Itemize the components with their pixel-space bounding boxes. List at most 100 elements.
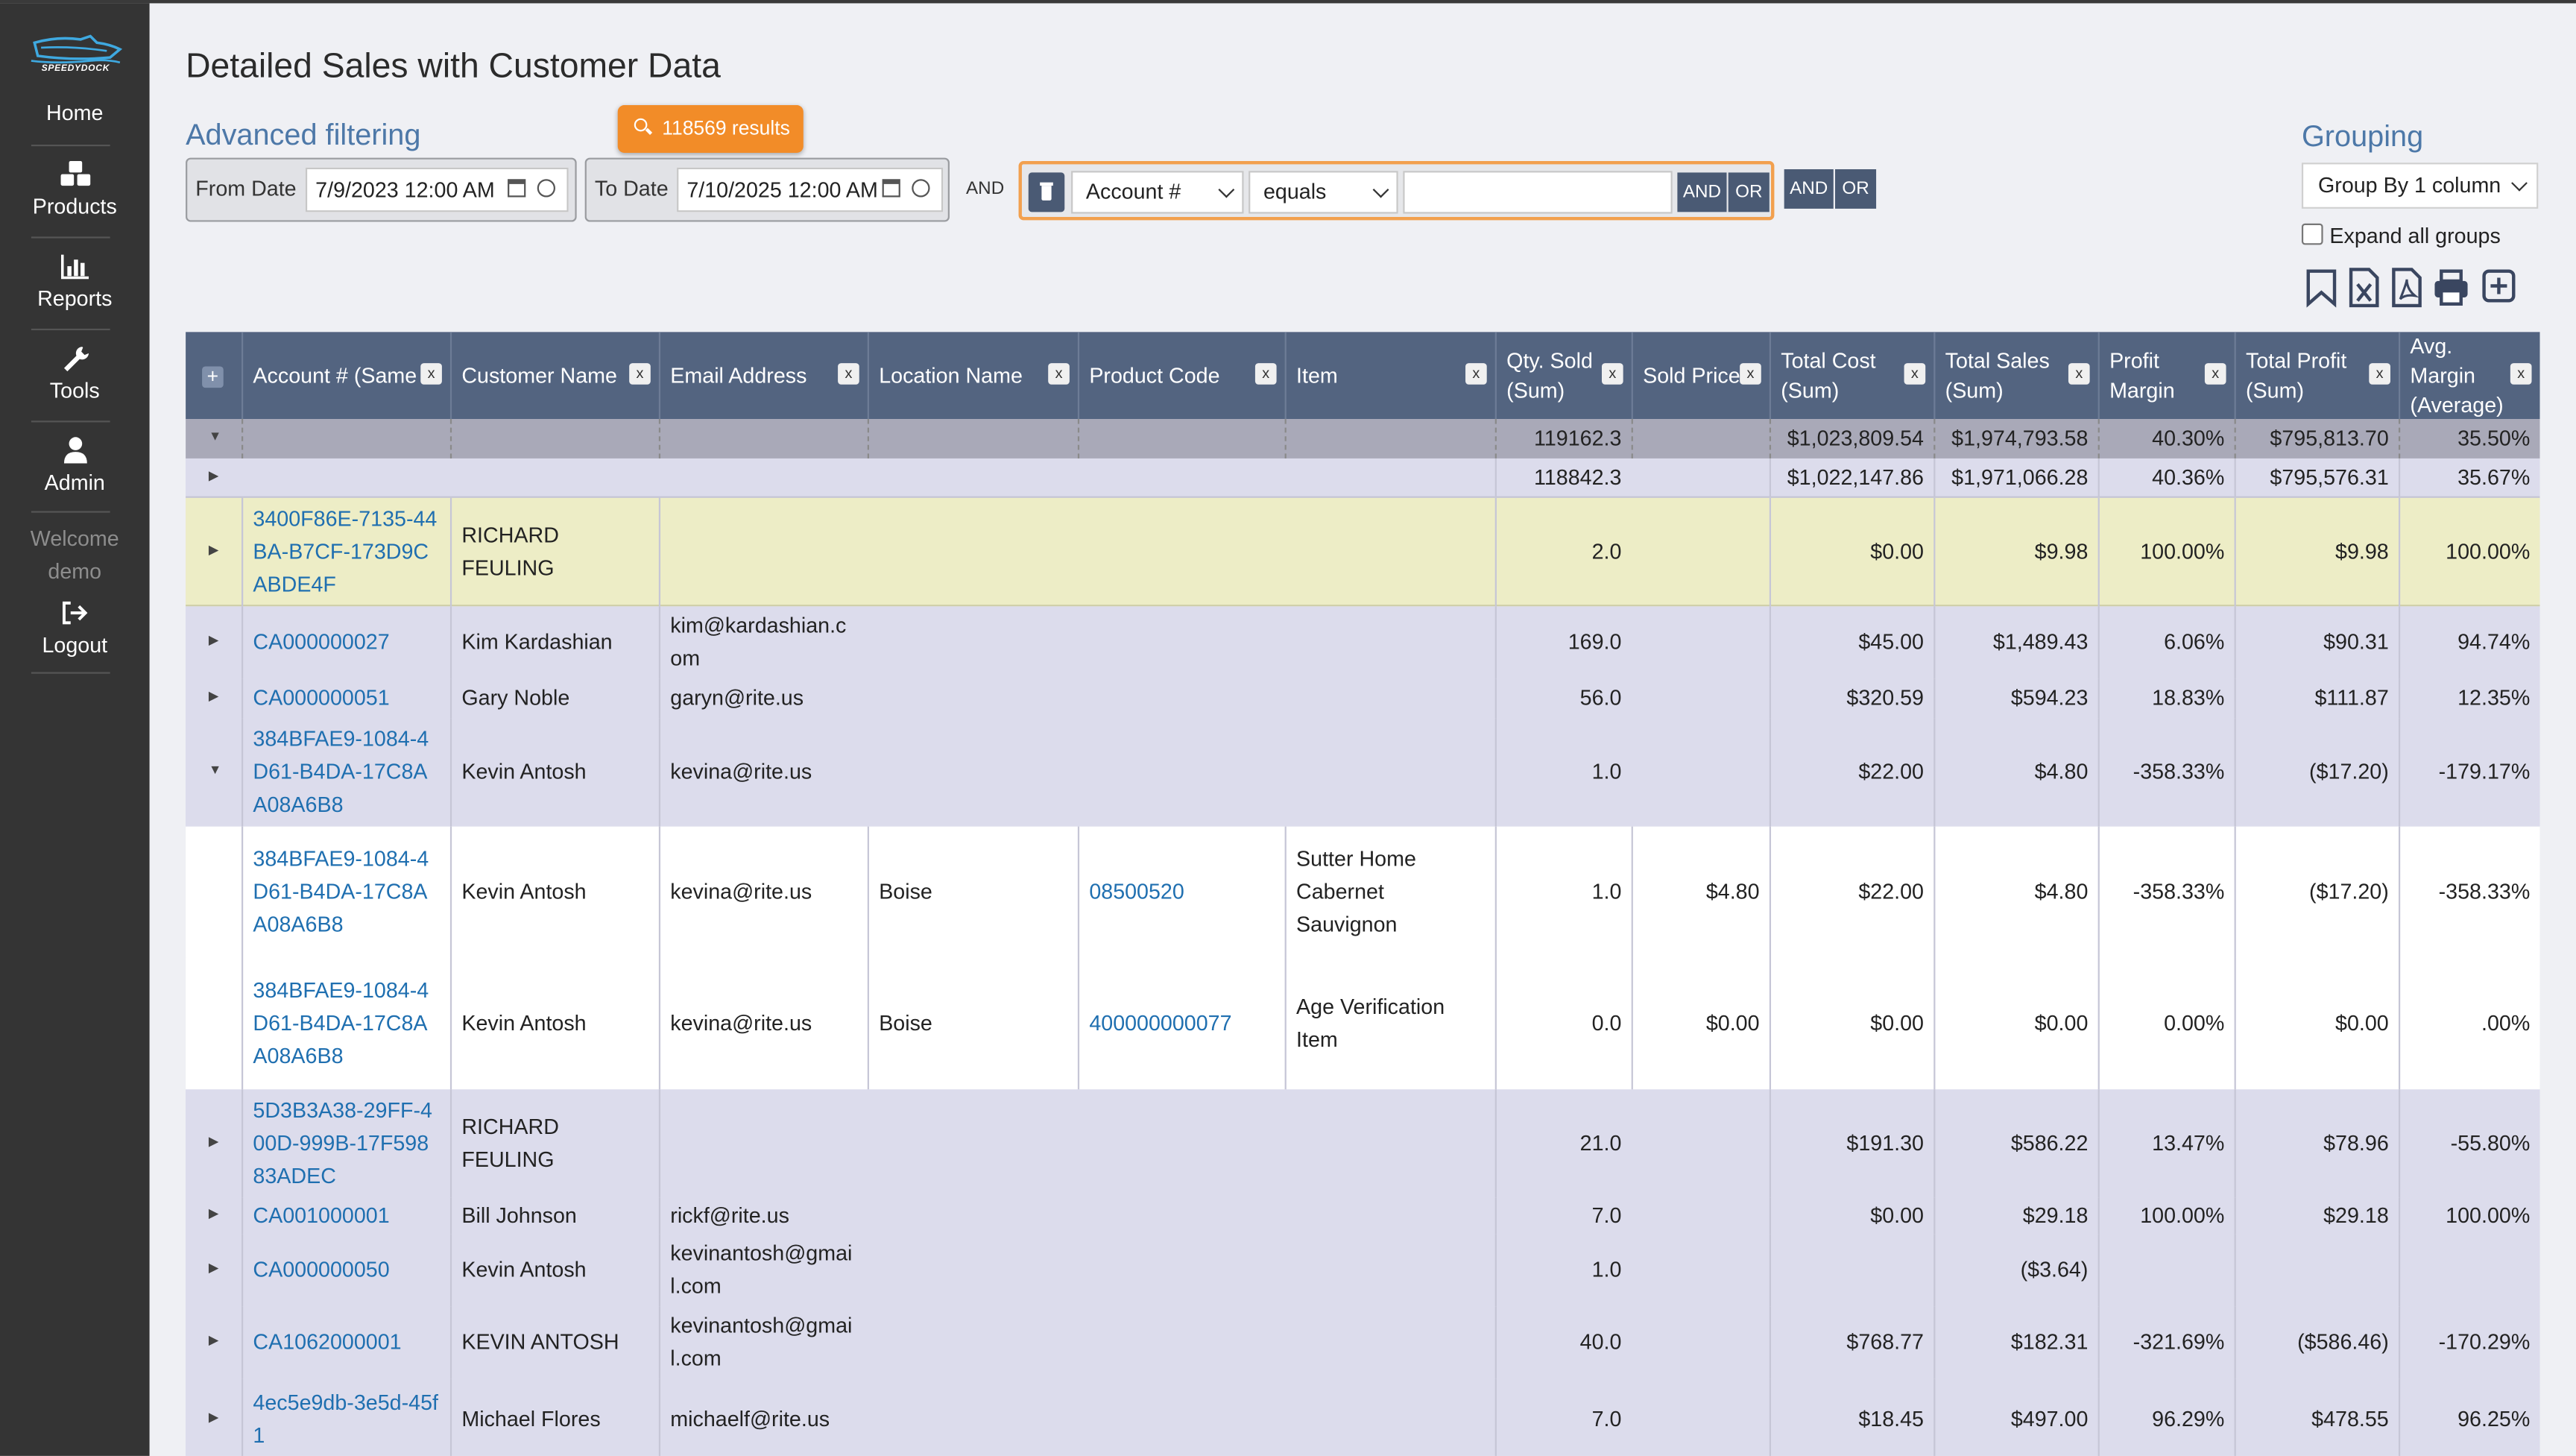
group-row[interactable]: ▶ CA001000001 Bill Johnson rickf@rite.us 7.0… (186, 1197, 2540, 1235)
remove-column-icon[interactable]: x (1904, 363, 1926, 385)
filter-and-button[interactable]: AND (1677, 172, 1727, 212)
filter-or-button[interactable]: OR (1728, 172, 1770, 212)
expand-arrow-icon[interactable]: ▶ (209, 468, 219, 483)
results-badge[interactable]: 118569 results (617, 105, 804, 153)
group-row[interactable]: ▶ CA000000050 Kevin Antosh kevinantosh@gmai… (186, 1234, 2540, 1307)
remove-column-icon[interactable]: x (629, 363, 651, 385)
expand-all-groups[interactable]: Expand all groups (2301, 223, 2501, 248)
group-row[interactable]: ▶ 3400F86E-7135-44BA-B7CF-173D9CABDE4F RIC… (186, 497, 2540, 607)
nav-tools[interactable]: Tools (0, 344, 150, 403)
column-header-email[interactable]: Email Address x (658, 332, 868, 420)
expand-arrow-icon[interactable]: ▶ (209, 1333, 219, 1348)
column-header-sales[interactable]: Total Sales (Sum) x (1933, 332, 2097, 420)
remove-column-icon[interactable]: x (1601, 363, 1623, 385)
group-row[interactable]: ▼ 384BFAE9-1084-4D61-B4DA-17C8AA08A6B8 Kev… (186, 718, 2540, 827)
remove-column-icon[interactable]: x (1465, 363, 1487, 385)
group-and-button[interactable]: AND (1784, 169, 1834, 209)
cell-account[interactable]: CA001000001 (242, 1197, 450, 1235)
calendar-icon[interactable] (508, 179, 526, 198)
group-row[interactable]: ▶ 5D3B3A38-29FF-400D-999B-17F59883ADEC RIC… (186, 1089, 2540, 1198)
cell-text[interactable]: 384BFAE9-1084-4D61-B4DA-17C8AA08A6B8 (253, 843, 440, 942)
cell-text[interactable]: 384BFAE9-1084-4D61-B4DA-17C8AA08A6B8 (253, 974, 440, 1073)
column-header-cost[interactable]: Total Cost (Sum) x (1769, 332, 1933, 420)
cell-account[interactable]: CA000000027 (242, 606, 450, 679)
group-row[interactable]: ▶ CA000000051 Gary Noble garyn@rite.us 56.0 $… (186, 678, 2540, 719)
excel-icon[interactable] (2346, 266, 2381, 309)
remove-column-icon[interactable]: x (2068, 363, 2090, 385)
column-header-avg[interactable]: Avg. Margin (Average) x (2398, 332, 2540, 420)
column-header-code[interactable]: Product Code x (1077, 332, 1285, 420)
filter-operator-select[interactable]: equals (1248, 171, 1398, 214)
detail-row[interactable]: 384BFAE9-1084-4D61-B4DA-17C8AA08A6B8 Kevi… (186, 826, 2540, 958)
pdf-icon[interactable] (2389, 266, 2425, 309)
collapse-arrow-icon[interactable]: ▼ (209, 763, 221, 778)
cell-account[interactable]: 384BFAE9-1084-4D61-B4DA-17C8AA08A6B8 (242, 957, 450, 1090)
cell-account[interactable]: 3400F86E-7135-44BA-B7CF-173D9CABDE4F (242, 497, 450, 607)
cell-account[interactable]: CA000000051 (242, 678, 450, 719)
cell-text[interactable]: 384BFAE9-1084-4D61-B4DA-17C8AA08A6B8 (253, 723, 440, 822)
column-header-account[interactable]: Account # (Same x (242, 332, 450, 420)
column-header-item[interactable]: Item x (1284, 332, 1495, 420)
clock-icon[interactable] (912, 179, 930, 198)
cell-code[interactable]: 08500520 (1077, 826, 1285, 958)
expand-arrow-icon[interactable]: ▶ (209, 1261, 219, 1276)
cell-account[interactable]: 4ec5e9db-3e5d-45f1 (242, 1378, 450, 1456)
cell-text[interactable]: 3400F86E-7135-44BA-B7CF-173D9CABDE4F (253, 502, 440, 601)
calendar-icon[interactable] (882, 179, 900, 198)
cell-account[interactable]: 384BFAE9-1084-4D61-B4DA-17C8AA08A6B8 (242, 826, 450, 958)
to-date-input[interactable]: 7/10/2025 12:00 AM (677, 167, 944, 212)
group-row[interactable]: ▶ 4ec5e9db-3e5d-45f1 Michael Flores michael… (186, 1378, 2540, 1456)
add-icon[interactable] (2481, 266, 2516, 309)
cell-text[interactable]: 4ec5e9db-3e5d-45f1 (253, 1386, 440, 1452)
column-header-location[interactable]: Location Name x (867, 332, 1078, 420)
expand-arrow-icon[interactable]: ▶ (209, 633, 219, 648)
expand-arrow-icon[interactable]: ▶ (209, 689, 219, 704)
cell-text[interactable]: CA1062000001 (253, 1326, 401, 1359)
remove-column-icon[interactable]: x (1740, 363, 1761, 385)
speedydock-logo[interactable]: SPEEDYDOCK (25, 33, 127, 79)
expand-checkbox[interactable] (2301, 223, 2323, 245)
remove-column-icon[interactable]: x (2204, 363, 2226, 385)
group-or-button[interactable]: OR (1834, 169, 1877, 209)
remove-column-icon[interactable]: x (2510, 363, 2532, 385)
remove-column-icon[interactable]: x (420, 363, 442, 385)
grouping-select[interactable]: Group By 1 column (2301, 163, 2539, 209)
cell-account[interactable]: CA1062000001 (242, 1306, 450, 1379)
trash-icon[interactable] (1028, 172, 1065, 212)
grand-total-row[interactable]: ▼ 119162.3 $1,023,809.54 $1,974,793.58 40.30… (186, 419, 2540, 458)
filter-field-select[interactable]: Account # (1071, 171, 1244, 214)
remove-column-icon[interactable]: x (1254, 363, 1277, 385)
nav-logout[interactable]: Logout (0, 598, 150, 658)
bookmark-icon[interactable] (2303, 266, 2339, 309)
subtotal-row[interactable]: ▶ 118842.3 $1,022,147.86 $1,971,066.28 40.36… (186, 458, 2540, 498)
detail-row[interactable]: 384BFAE9-1084-4D61-B4DA-17C8AA08A6B8 Kevi… (186, 957, 2540, 1090)
from-date-input[interactable]: 7/9/2023 12:00 AM (305, 167, 569, 212)
cell-code[interactable] (1077, 419, 1285, 458)
group-row[interactable]: ▶ CA1062000001 KEVIN ANTOSH kevinantosh@gma… (186, 1306, 2540, 1379)
column-header-name[interactable]: Customer Name x (449, 332, 659, 420)
cell-text[interactable]: CA001000001 (253, 1200, 389, 1232)
column-header-profit[interactable]: Total Profit (Sum) x (2234, 332, 2399, 420)
cell-account[interactable]: 384BFAE9-1084-4D61-B4DA-17C8AA08A6B8 (242, 718, 450, 827)
cell-text[interactable]: 5D3B3A38-29FF-400D-999B-17F59883ADEC (253, 1094, 440, 1193)
cell-text[interactable]: CA000000051 (253, 682, 389, 715)
cell-account[interactable] (242, 419, 450, 458)
expand-all-icon[interactable]: + (202, 365, 224, 388)
group-row[interactable]: ▶ CA000000027 Kim Kardashian kim@kardashian… (186, 606, 2540, 679)
remove-column-icon[interactable]: x (838, 363, 859, 385)
column-header-price[interactable]: Sold Price x (1631, 332, 1770, 420)
cell-account[interactable]: 5D3B3A38-29FF-400D-999B-17F59883ADEC (242, 1089, 450, 1198)
nav-admin[interactable]: Admin (0, 435, 150, 494)
column-header-margin[interactable]: Profit Margin x (2097, 332, 2235, 420)
cell-text[interactable]: 08500520 (1089, 876, 1184, 909)
nav-reports[interactable]: Reports (0, 251, 150, 311)
nav-products[interactable]: Products (0, 160, 150, 218)
print-icon[interactable] (2431, 266, 2471, 309)
remove-column-icon[interactable]: x (2369, 363, 2390, 385)
cell-account[interactable]: CA000000050 (242, 1234, 450, 1307)
expand-arrow-icon[interactable]: ▶ (209, 1409, 219, 1424)
expand-arrow-icon[interactable]: ▶ (209, 1134, 219, 1149)
expand-arrow-icon[interactable]: ▶ (209, 1206, 219, 1221)
clock-icon[interactable] (537, 179, 555, 198)
column-header-qty[interactable]: Qty. Sold (Sum) x (1494, 332, 1632, 420)
